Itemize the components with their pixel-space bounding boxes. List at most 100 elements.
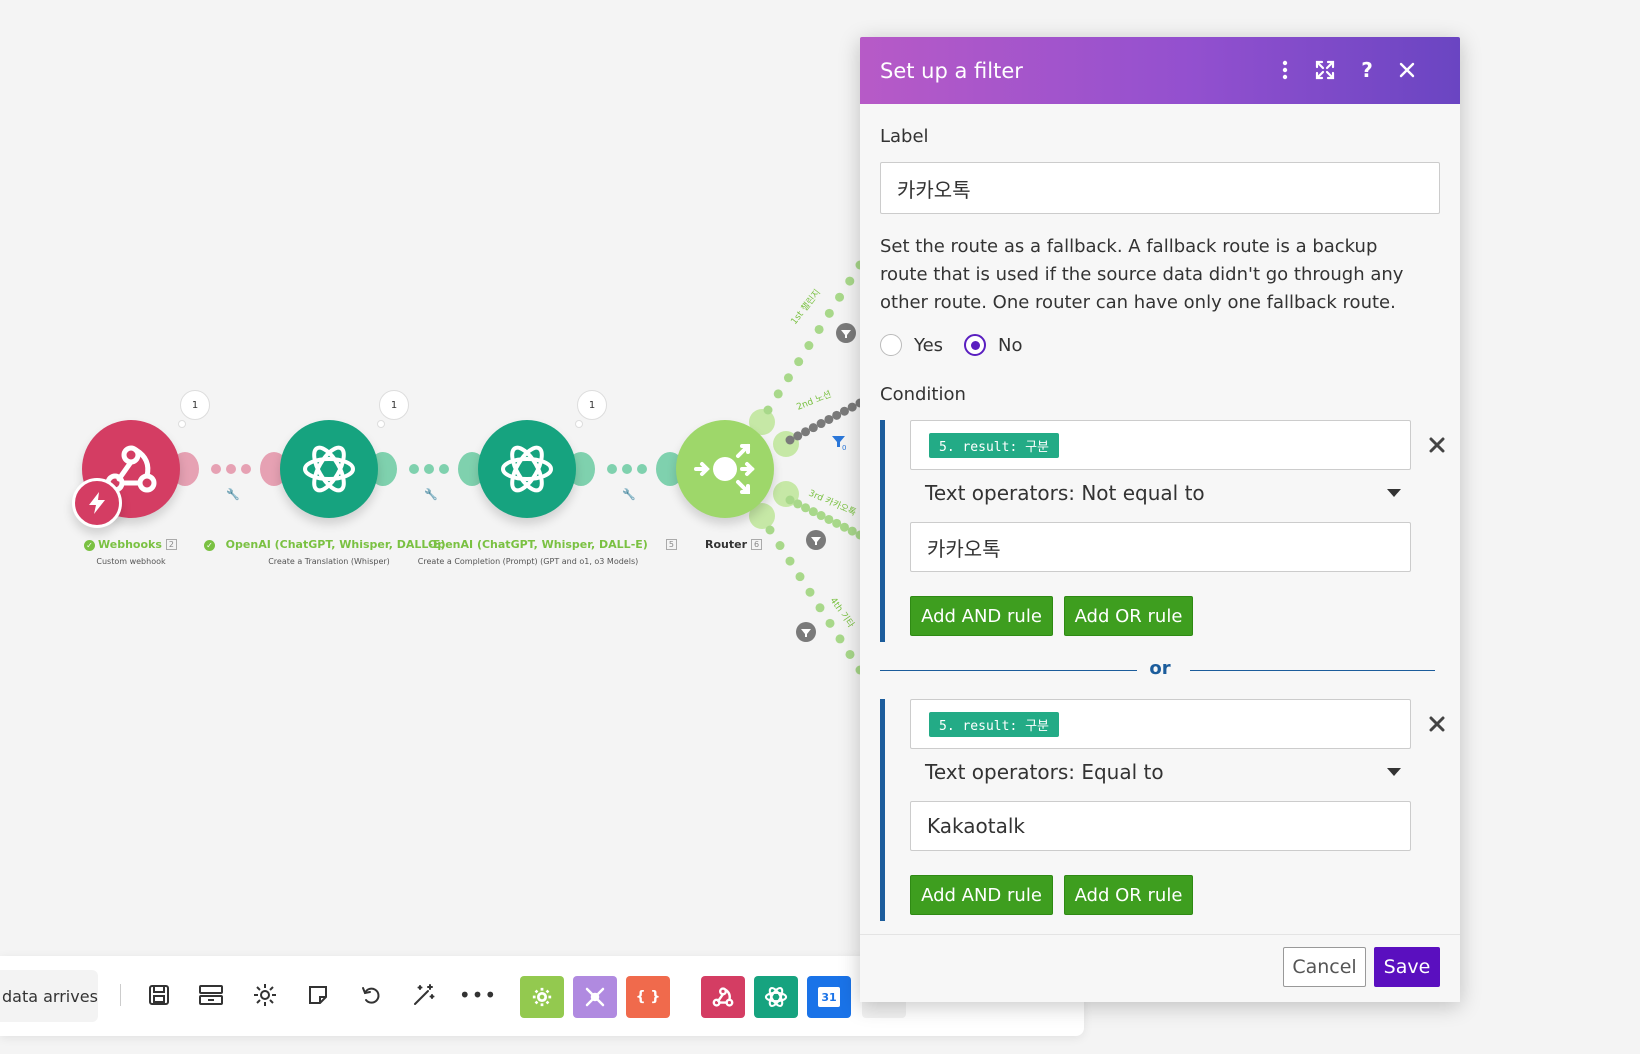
- save-icon[interactable]: [144, 980, 174, 1010]
- rule-value-input[interactable]: Kakaotalk: [910, 801, 1411, 851]
- route-dot: [773, 389, 783, 399]
- calendar-app-icon[interactable]: 31: [807, 976, 851, 1018]
- link-settings-icon: 🔧: [226, 487, 240, 501]
- route-dot: [832, 410, 842, 420]
- radio-label: Yes: [914, 334, 944, 356]
- route-dot: [794, 357, 804, 367]
- webhooks-sublabel: Custom webhook: [96, 557, 166, 566]
- close-icon[interactable]: [1392, 55, 1422, 85]
- label-input[interactable]: 카카오톡: [880, 162, 1440, 214]
- route-links: 🔧 🔧 🔧1st 챌린지2nd 노션3rd 카카오톡4th 기타0: [171, 260, 860, 675]
- fallback-yes-radio[interactable]: Yes: [880, 334, 943, 356]
- label-field-label: Label: [880, 126, 929, 147]
- add-and-rule-button[interactable]: Add AND rule: [910, 596, 1053, 636]
- mapped-variable-token[interactable]: 5. result: 구분: [929, 711, 1060, 737]
- connector-dot: [226, 464, 236, 474]
- rule-value-input[interactable]: 카카오톡: [910, 522, 1411, 572]
- module-id: 5: [665, 539, 677, 550]
- connector-dot: [607, 464, 617, 474]
- route-dot: [801, 503, 811, 513]
- run-trigger-setting[interactable]: data arrives: [0, 970, 98, 1022]
- toolbar-divider: [120, 984, 121, 1006]
- filter-panel: Set up a filter ? Label 카카오톡 Set the rou…: [860, 37, 1460, 1002]
- route-dot: [824, 514, 834, 524]
- bubble-tail: [377, 420, 385, 428]
- json-app-icon[interactable]: { }: [626, 976, 670, 1018]
- status-ok-icon: ✓: [84, 540, 95, 551]
- fallback-no-radio[interactable]: No: [964, 334, 1022, 356]
- rule-field-input[interactable]: 5. result: 구분: [910, 420, 1411, 470]
- flow-control-app-icon[interactable]: [573, 976, 617, 1018]
- or-label: or: [1149, 658, 1171, 679]
- tools-app-icon[interactable]: [520, 976, 564, 1018]
- operator-select[interactable]: Text operators: Not equal to: [925, 475, 1411, 511]
- openai-completion-operations-bubble[interactable]: 1: [577, 390, 607, 420]
- add-or-rule-button[interactable]: Add OR rule: [1064, 875, 1193, 915]
- openai-translation-sublabel: Create a Translation (Whisper): [268, 557, 390, 566]
- route-dot: [763, 405, 773, 415]
- remove-rule-icon[interactable]: [1425, 433, 1449, 457]
- openai-completion-label: OpenAI (ChatGPT, Whisper, DALL-E) 5: [428, 538, 677, 551]
- route-dot: [825, 618, 835, 628]
- add-or-rule-button[interactable]: Add OR rule: [1064, 596, 1193, 636]
- route-dot: [775, 541, 785, 551]
- condition-rule: 5. result: 구분 Text operators: Not equal …: [880, 420, 1445, 642]
- condition-rule: 5. result: 구분 Text operators: Equal to K…: [880, 699, 1445, 921]
- module-id: 2: [165, 539, 177, 550]
- radio-checked-icon: [964, 334, 986, 356]
- remove-rule-icon[interactable]: [1425, 712, 1449, 736]
- route-dot: [793, 499, 803, 509]
- route-dot: [814, 324, 824, 334]
- connector-dot: [424, 464, 434, 474]
- kebab-menu-icon[interactable]: [1270, 55, 1300, 85]
- add-and-rule-button[interactable]: Add AND rule: [910, 875, 1053, 915]
- help-icon[interactable]: ?: [1352, 55, 1382, 85]
- or-divider: or: [880, 656, 1435, 684]
- router-module[interactable]: [676, 420, 774, 518]
- route-dot: [847, 526, 857, 536]
- webhooks-label: ✓ Webhooks 2: [84, 538, 177, 551]
- mapped-variable-token[interactable]: 5. result: 구분: [929, 432, 1060, 458]
- route-dot: [815, 603, 825, 613]
- webhooks-operations-bubble[interactable]: 1: [180, 390, 210, 420]
- route-dot: [816, 419, 826, 429]
- router-label: Router 6: [705, 538, 763, 551]
- notes-icon[interactable]: [303, 980, 333, 1010]
- panel-footer: Cancel Save: [860, 934, 1460, 1002]
- connector-dot: [622, 464, 632, 474]
- route-dot: [835, 292, 845, 302]
- undo-icon[interactable]: [356, 980, 386, 1010]
- panel-header: Set up a filter ?: [860, 37, 1460, 104]
- expand-icon[interactable]: [1310, 55, 1340, 85]
- connector-dot: [439, 464, 449, 474]
- scenario-io-icon[interactable]: [196, 980, 226, 1010]
- openai-translation-operations-bubble[interactable]: 1: [379, 390, 409, 420]
- openai-translation-module[interactable]: [280, 420, 378, 518]
- link-settings-icon: 🔧: [424, 487, 438, 501]
- openai-icon: [303, 445, 355, 493]
- openai-app-icon[interactable]: [754, 976, 798, 1018]
- operator-select[interactable]: Text operators: Equal to: [925, 754, 1411, 790]
- route-dot: [793, 431, 803, 441]
- chevron-down-icon: [1387, 768, 1401, 776]
- route-dot: [847, 402, 857, 412]
- more-icon[interactable]: •••: [459, 980, 496, 1010]
- rule-field-input[interactable]: 5. result: 구분: [910, 699, 1411, 749]
- route-dot: [835, 634, 845, 644]
- bubble-tail: [575, 420, 583, 428]
- webhooks-app-icon[interactable]: [701, 976, 745, 1018]
- settings-icon[interactable]: [250, 980, 280, 1010]
- router-icon: [694, 444, 755, 494]
- route-dot: [839, 406, 849, 416]
- bubble-tail: [178, 420, 186, 428]
- route-dot: [785, 435, 795, 445]
- route-label: 2nd 노션: [795, 389, 833, 413]
- auto-align-icon[interactable]: [409, 980, 439, 1010]
- route-dot: [816, 511, 826, 521]
- openai-completion-module[interactable]: [478, 420, 576, 518]
- route-dot: [845, 649, 855, 659]
- cancel-button[interactable]: Cancel: [1283, 947, 1366, 987]
- save-button[interactable]: Save: [1374, 947, 1440, 987]
- route-dot: [824, 414, 834, 424]
- module-id: 6: [751, 539, 763, 550]
